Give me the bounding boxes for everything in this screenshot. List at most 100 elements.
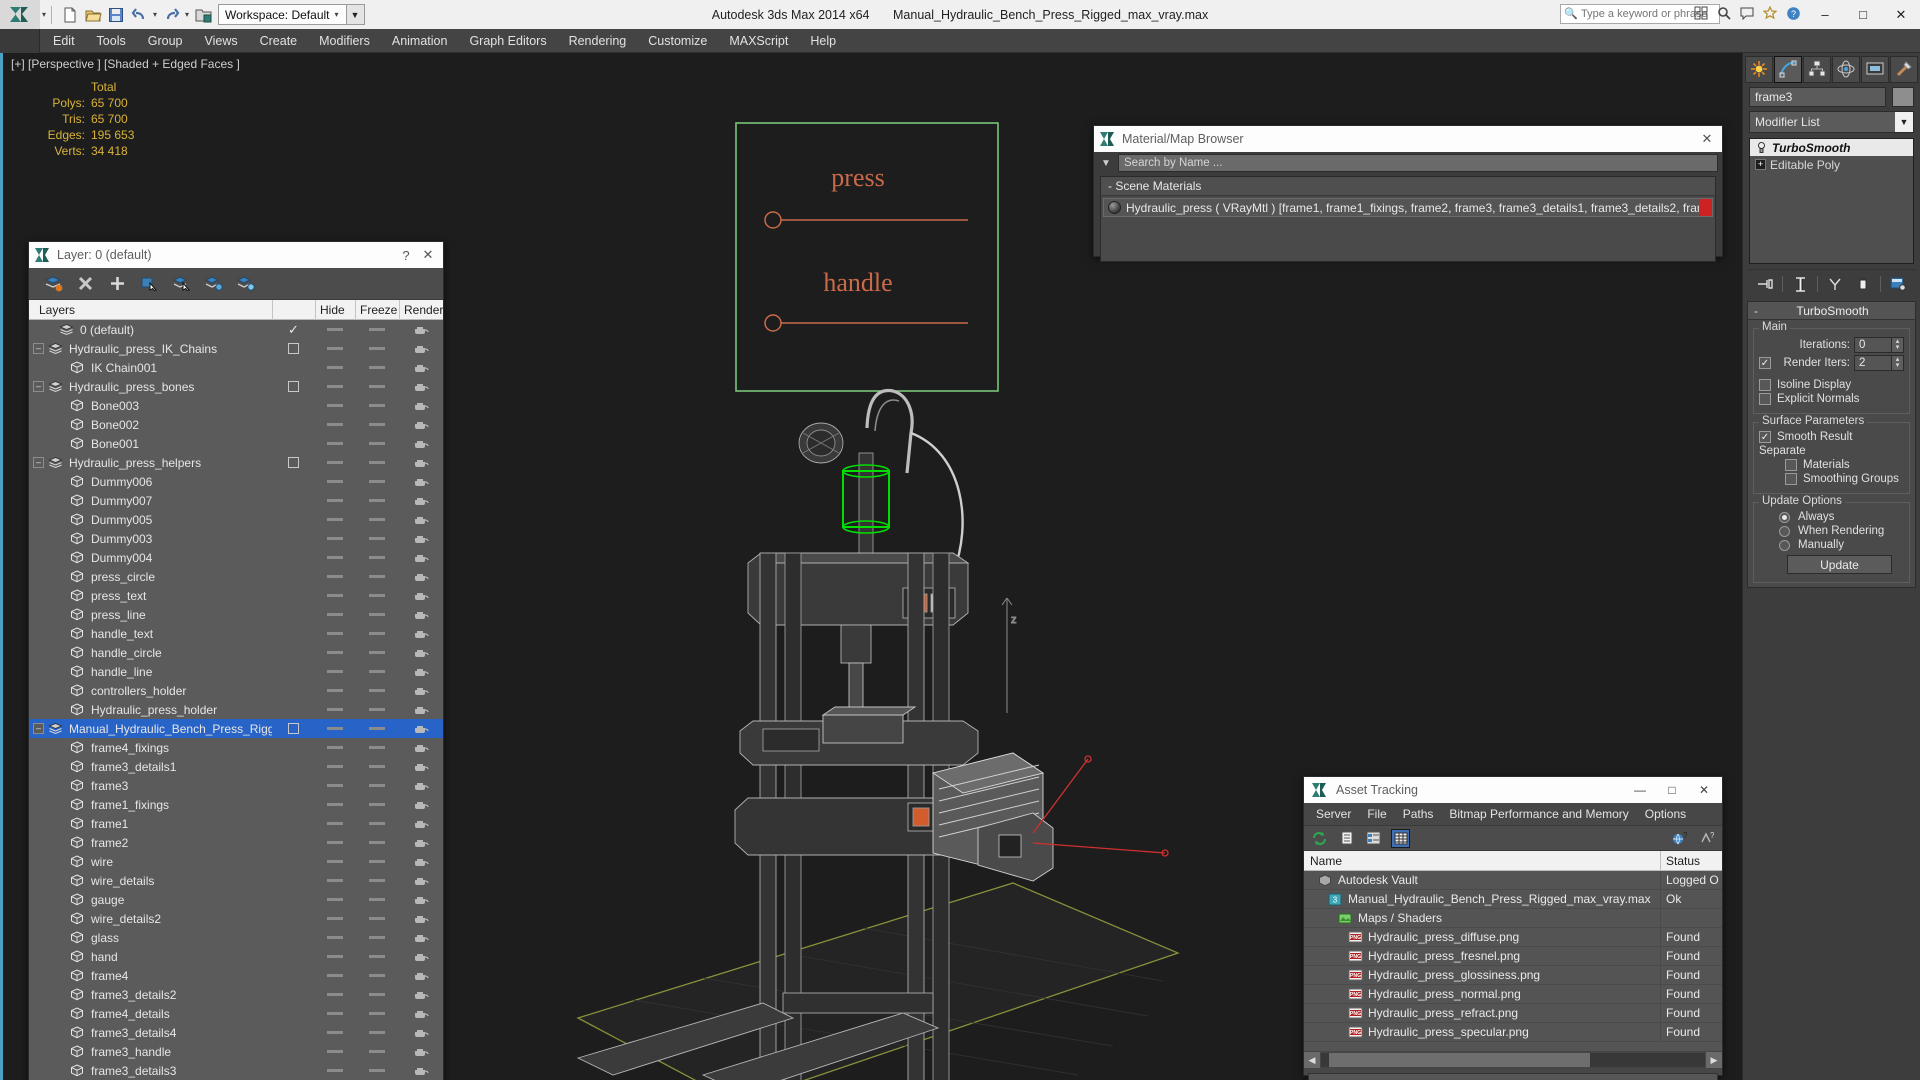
layer-freeze-cell[interactable] — [355, 803, 399, 806]
chevron-down-icon[interactable]: ▼ — [1895, 112, 1913, 132]
workspace-selector[interactable]: Workspace: Default ▾ — [218, 4, 347, 25]
layer-current-cell[interactable] — [272, 457, 315, 468]
layer-render-cell[interactable] — [399, 1027, 443, 1038]
layer-freeze-cell[interactable] — [355, 518, 399, 521]
hierarchy-tab-icon[interactable] — [1803, 55, 1831, 83]
layer-render-cell[interactable] — [399, 780, 443, 791]
layer-hide-cell[interactable] — [315, 860, 355, 863]
layer-row-name-cell[interactable]: Dummy004 — [29, 551, 272, 565]
at-menu-paths[interactable]: Paths — [1395, 805, 1442, 823]
layer-render-cell[interactable] — [399, 590, 443, 601]
at-scroll-thumb[interactable] — [1328, 1053, 1590, 1067]
layer-freeze-cell[interactable] — [355, 746, 399, 749]
layer-freeze-cell[interactable] — [355, 537, 399, 540]
layer-row[interactable]: frame4 — [29, 966, 443, 985]
layer-row-name-cell[interactable]: frame4_details — [29, 1007, 272, 1021]
layer-render-cell[interactable] — [399, 704, 443, 715]
layer-row[interactable]: Dummy003 — [29, 529, 443, 548]
highlight-selected-icon[interactable] — [203, 274, 223, 294]
manually-radio[interactable] — [1779, 539, 1790, 551]
at-minimize-button[interactable]: — — [1624, 778, 1656, 802]
current-checkbox[interactable] — [288, 381, 299, 392]
layer-render-cell[interactable] — [399, 438, 443, 449]
layer-freeze-cell[interactable] — [355, 670, 399, 673]
layer-render-cell[interactable] — [399, 799, 443, 810]
layer-freeze-cell[interactable] — [355, 917, 399, 920]
always-radio[interactable] — [1779, 511, 1790, 523]
list-view-icon[interactable] — [1337, 829, 1356, 848]
layer-freeze-cell[interactable] — [355, 860, 399, 863]
layer-row-name-cell[interactable]: press_text — [29, 589, 272, 603]
layer-hide-cell[interactable] — [315, 632, 355, 635]
mmb-material-item[interactable]: Hydraulic_press ( VRayMtl ) [frame1, fra… — [1103, 198, 1713, 217]
layer-render-cell[interactable] — [399, 932, 443, 943]
asset-row-name-cell[interactable]: 3 Manual_Hydraulic_Bench_Press_Rigged_max… — [1304, 892, 1660, 906]
create-new-layer-icon[interactable] — [43, 274, 63, 294]
render-iters-spinner[interactable]: 2 ▴ ▾ — [1854, 355, 1904, 371]
layer-hide-cell[interactable] — [315, 708, 355, 711]
maximize-button[interactable]: □ — [1844, 0, 1882, 29]
layer-row-name-cell[interactable]: glass — [29, 931, 272, 945]
layer-row-name-cell[interactable]: hand — [29, 950, 272, 964]
asset-row[interactable]: PNG Hydraulic_press_fresnel.png Found — [1304, 946, 1722, 966]
explicit-normals-checkbox[interactable] — [1759, 393, 1771, 405]
layer-render-cell[interactable] — [399, 723, 443, 734]
layer-row-name-cell[interactable]: Dummy005 — [29, 513, 272, 527]
layer-hide-cell[interactable] — [315, 613, 355, 616]
menu-item-customize[interactable]: Customize — [637, 31, 718, 51]
current-checkbox[interactable] — [288, 457, 299, 468]
layer-render-cell[interactable] — [399, 685, 443, 696]
layer-list[interactable]: 0 (default) ✓ – Hydraulic_press_IK_Chains IK… — [29, 320, 443, 1080]
layer-freeze-cell[interactable] — [355, 575, 399, 578]
layer-current-cell[interactable]: ✓ — [272, 323, 315, 336]
at-menu-file[interactable]: File — [1359, 805, 1394, 823]
layer-render-cell[interactable] — [399, 514, 443, 525]
layer-row[interactable]: wire — [29, 852, 443, 871]
layer-row[interactable]: frame4_fixings — [29, 738, 443, 757]
close-button[interactable]: ✕ — [1882, 0, 1920, 29]
layer-hide-cell[interactable] — [315, 803, 355, 806]
mmb-scene-materials-group[interactable]: - Scene Materials — [1101, 177, 1715, 196]
layer-render-cell[interactable] — [399, 419, 443, 430]
layer-freeze-cell[interactable] — [355, 765, 399, 768]
layer-freeze-cell[interactable] — [355, 613, 399, 616]
help-globe-icon[interactable]: ? — [1670, 829, 1689, 848]
stack-item-editable-poly[interactable]: + Editable Poly — [1750, 156, 1913, 173]
layer-freeze-cell[interactable] — [355, 651, 399, 654]
layer-hide-cell[interactable] — [315, 347, 355, 350]
mmb-search-input[interactable]: Search by Name ... — [1118, 154, 1718, 172]
layer-hide-cell[interactable] — [315, 879, 355, 882]
layer-row-name-cell[interactable]: – Manual_Hydraulic_Bench_Press_Rigged — [29, 722, 272, 736]
layer-row[interactable]: glass — [29, 928, 443, 947]
layer-render-cell[interactable] — [399, 571, 443, 582]
layer-row[interactable]: press_circle — [29, 567, 443, 586]
light-bulb-icon[interactable] — [1752, 141, 1770, 155]
delete-layer-icon[interactable] — [75, 274, 95, 294]
layer-render-cell[interactable] — [399, 761, 443, 772]
layer-render-cell[interactable] — [399, 628, 443, 639]
layer-row-name-cell[interactable]: wire_details2 — [29, 912, 272, 926]
layer-freeze-cell[interactable] — [355, 404, 399, 407]
layer-row-name-cell[interactable]: – Hydraulic_press_IK_Chains — [29, 342, 272, 356]
layer-row-name-cell[interactable]: press_line — [29, 608, 272, 622]
asset-row[interactable]: 3 Manual_Hydraulic_Bench_Press_Rigged_max… — [1304, 889, 1722, 909]
layer-row-name-cell[interactable]: wire — [29, 855, 272, 869]
layer-render-cell[interactable] — [399, 837, 443, 848]
layer-freeze-cell[interactable] — [355, 841, 399, 844]
layer-hide-cell[interactable] — [315, 670, 355, 673]
layer-render-cell[interactable] — [399, 875, 443, 886]
layer-row[interactable]: controllers_holder — [29, 681, 443, 700]
layer-freeze-cell[interactable] — [355, 993, 399, 996]
at-asset-list[interactable]: Autodesk Vault Logged O 3 Manual_Hydraulic_… — [1304, 871, 1722, 1051]
layer-render-cell[interactable] — [399, 856, 443, 867]
set-project-icon[interactable] — [192, 4, 214, 26]
new-icon[interactable] — [59, 4, 81, 26]
layer-hide-cell[interactable] — [315, 404, 355, 407]
at-scroll-track[interactable] — [1321, 1053, 1705, 1067]
layer-row-name-cell[interactable]: – Hydraulic_press_helpers — [29, 456, 272, 470]
save-icon[interactable] — [105, 4, 127, 26]
layer-row-name-cell[interactable]: Bone003 — [29, 399, 272, 413]
asset-tracking-window[interactable]: Asset Tracking — □ ✕ Server File Paths B… — [1303, 776, 1723, 1080]
layer-hide-cell[interactable] — [315, 423, 355, 426]
asset-row-name-cell[interactable]: Maps / Shaders — [1304, 911, 1660, 925]
